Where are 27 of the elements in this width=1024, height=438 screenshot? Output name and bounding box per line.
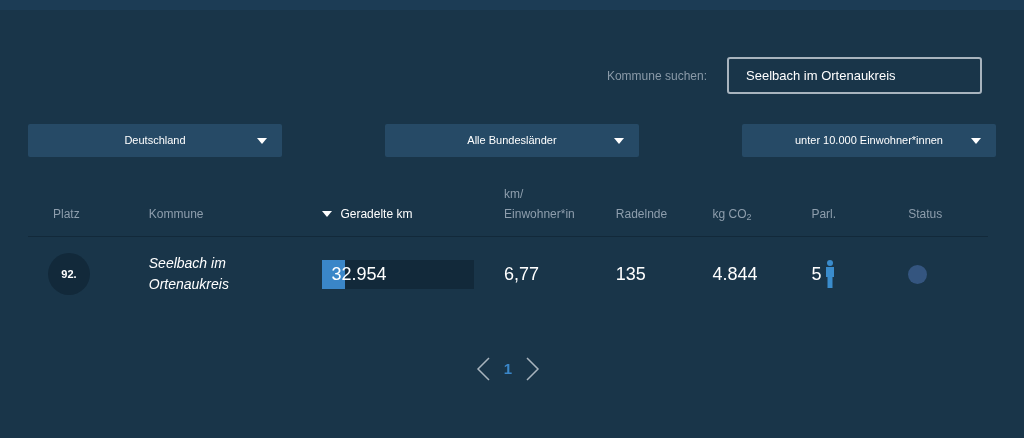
column-header[interactable]: kg CO$_{2}$ (712, 204, 752, 224)
column-header[interactable]: Kommune (148, 204, 204, 224)
search-label: Kommune suchen: (606, 67, 707, 85)
table-cell: 6,77 (504, 263, 540, 284)
caret-icon (614, 138, 624, 144)
column-header[interactable]: km/ Einwohner*in (504, 184, 585, 224)
filter-dropdown[interactable]: Alle Bundesländer (385, 124, 639, 157)
column-header[interactable]: Geradelte km (340, 204, 413, 224)
column-header[interactable]: Parl. (811, 204, 837, 224)
filter-dropdown[interactable]: Deutschland (28, 124, 282, 157)
caret-icon (971, 138, 981, 144)
table-cell: 135 (615, 263, 646, 284)
caret-icon (322, 211, 333, 217)
previous-page-icon[interactable] (475, 357, 490, 381)
column-header[interactable]: Platz (53, 204, 80, 224)
page-number[interactable]: 1 (503, 357, 513, 381)
table-cell: 4.844 (712, 263, 758, 284)
caret-icon (257, 138, 267, 144)
table-cell-text: 5 (811, 262, 822, 286)
next-page-icon[interactable] (526, 357, 541, 381)
filter-dropdown[interactable]: unter 10.000 Einwohner*innen (742, 124, 996, 157)
column-header[interactable]: Radelnde (615, 204, 668, 224)
municipality-name: Seelbach im Ortenaukreis (148, 254, 230, 294)
column-header[interactable]: Status (908, 204, 943, 224)
rank-badge: 92. (48, 253, 90, 295)
person-icon (825, 260, 836, 288)
search-field[interactable]: Seelbach im Ortenaukreis (727, 57, 982, 94)
